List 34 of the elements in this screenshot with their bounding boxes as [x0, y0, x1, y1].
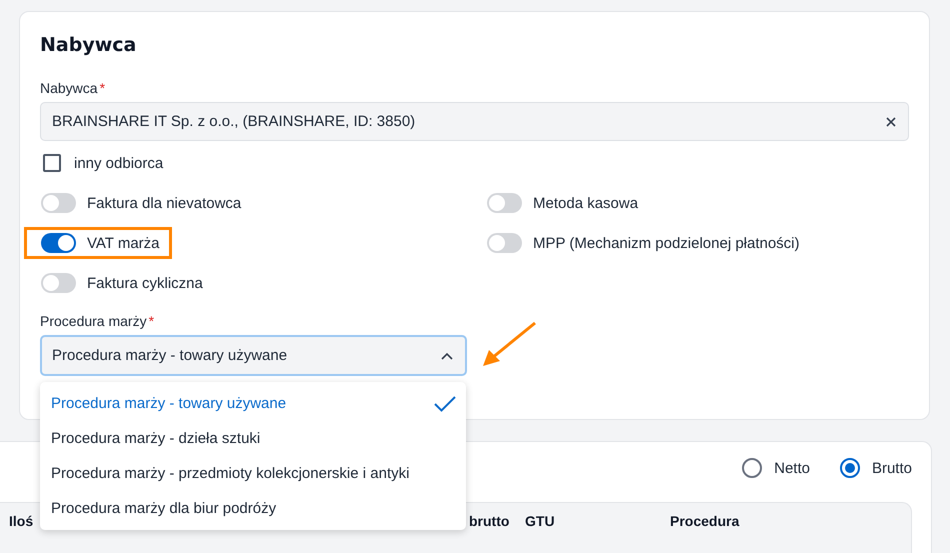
toggle-label: MPP (Mechanizm podzielonej płatności) — [533, 234, 800, 252]
column-header: GTU — [525, 513, 556, 531]
checkbox-label: inny odbiorca — [74, 154, 164, 172]
dropdown-option[interactable]: Procedura marży - towary używane — [40, 386, 466, 421]
toggle-switch[interactable] — [41, 193, 76, 213]
toggle-label: Faktura cykliczna — [87, 274, 203, 292]
radio-button[interactable] — [840, 458, 860, 478]
toggle-switch[interactable] — [487, 193, 522, 213]
toggle-label: VAT marża — [87, 234, 160, 252]
toggle-label: Faktura dla nievatowca — [87, 194, 242, 212]
check-icon — [434, 396, 456, 412]
chevron-icon — [441, 352, 453, 360]
radio-label: Brutto — [872, 460, 912, 476]
required-mark: * — [148, 313, 154, 329]
dropdown-option[interactable]: Procedura marży - dzieła sztuki — [40, 421, 466, 456]
toggle-switch[interactable] — [487, 233, 522, 253]
column-header: brutto — [469, 513, 510, 531]
dropdown-option[interactable]: Procedura marży dla biur podróży — [40, 491, 466, 526]
column-header: Iloś — [9, 513, 34, 531]
toggle-label: Metoda kasowa — [533, 194, 638, 212]
buyer-field[interactable]: BRAINSHARE IT Sp. z o.o., (BRAINSHARE, ID: 3850) — [40, 102, 909, 141]
radio-label: Netto — [774, 460, 810, 476]
dropdown-option[interactable]: Procedura marży - przedmioty kolekcjonerskie i antyki — [40, 456, 466, 491]
required-mark: * — [100, 80, 106, 96]
section-title: Nabywca — [40, 34, 136, 56]
checkbox[interactable] — [43, 154, 61, 172]
close-icon[interactable] — [886, 116, 896, 126]
procedure-select[interactable]: Procedura marży - towary używane — [40, 335, 467, 376]
toggle-switch[interactable] — [41, 273, 76, 293]
radio-button[interactable] — [742, 458, 762, 478]
toggle-switch[interactable] — [41, 233, 76, 253]
field-label: Nabywca — [40, 80, 98, 96]
column-header: Procedura — [670, 513, 740, 531]
field-label: Procedura marży — [40, 313, 147, 329]
